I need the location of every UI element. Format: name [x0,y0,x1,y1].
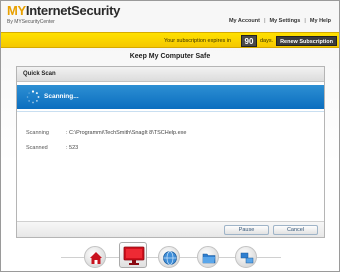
my-account-link[interactable]: My Account [225,18,264,24]
logo-my: MY [7,3,26,18]
home-icon[interactable] [84,246,106,268]
scan-status-text: Scanning... [44,93,79,100]
days-remaining: 90 [241,35,257,47]
home-icon-glyph [90,252,102,264]
folder-icon-glyph [202,253,216,264]
logo-title: MYInternetSecurity [7,4,120,18]
monitor-icon[interactable] [119,242,147,268]
logo-subtitle: By MYSecurityCenter [7,19,55,25]
top-nav: My Account | My Settings | My Help [225,18,335,24]
monitor-icon-glyph [123,246,145,265]
cancel-button[interactable]: Cancel [273,225,318,235]
globe-icon[interactable] [158,246,180,268]
subscription-bar: Your subscription expires in 90 days. Re… [1,32,339,48]
scanned-row: Scanned : 523 [26,145,78,151]
pause-button[interactable]: Pause [224,225,269,235]
globe-icon-glyph [163,251,177,265]
page-title: Keep My Computer Safe [129,53,211,60]
logo: MYInternetSecurity By MYSecurityCenter [7,4,120,26]
subscription-text: Your subscription expires in [164,38,232,44]
days-label: days. [260,38,274,44]
app-window: MYInternetSecurity By MYSecurityCenter M… [0,0,340,272]
divider [17,111,324,112]
renew-subscription-button[interactable]: Renew Subscription [276,36,337,46]
quick-scan-panel: Quick Scan Scanning... Scanning : C:\Prog… [16,66,325,238]
spinner-icon [26,90,40,104]
header: MYInternetSecurity By MYSecurityCenter M… [1,1,339,32]
scanned-value: : 523 [66,145,79,151]
bottom-dock [1,241,339,272]
logo-rest: InternetSecurity [25,3,121,18]
network-icon[interactable] [235,246,257,268]
panel-footer: Pause Cancel [17,221,324,237]
scanned-label: Scanned [26,145,48,151]
panel-title: Quick Scan [17,67,324,82]
scan-status-band: Scanning... [17,85,324,109]
folder-icon[interactable] [197,246,219,268]
scanning-row: Scanning : C:\Programmi\TechSmith\SnagIt … [26,130,186,136]
scanning-label: Scanning [26,130,49,136]
my-settings-link[interactable]: My Settings [265,18,304,24]
scanning-value: : C:\Programmi\TechSmith\SnagIt 8\TSCHel… [66,130,187,136]
my-help-link[interactable]: My Help [306,18,335,24]
network-icon-glyph [240,252,254,264]
